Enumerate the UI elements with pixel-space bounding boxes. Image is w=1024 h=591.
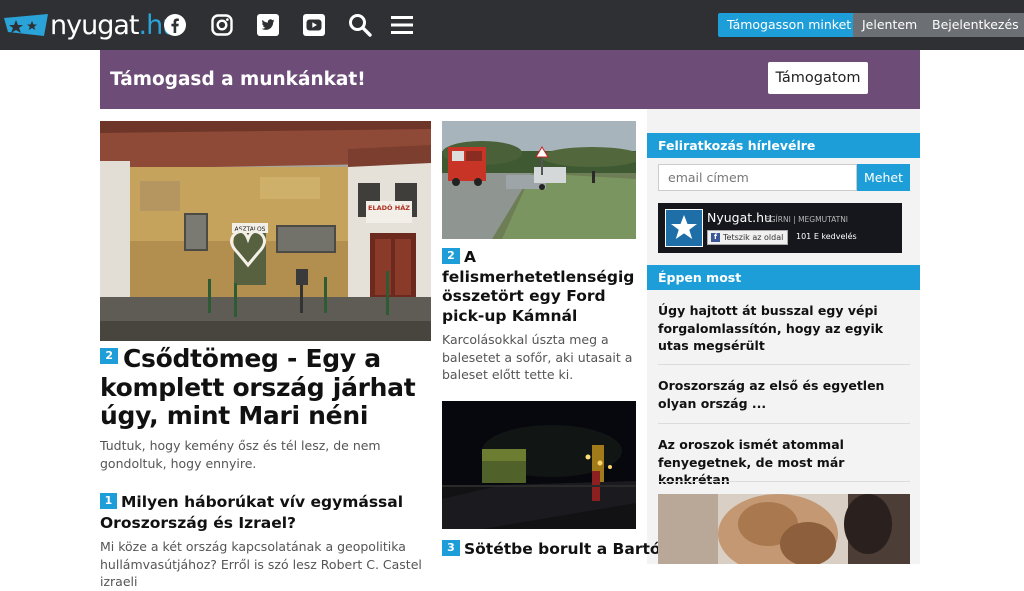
support-us-button[interactable]: Támogasson minket!: [718, 13, 866, 37]
logo-text: nyugat.hu: [50, 9, 179, 41]
main-article-title-text[interactable]: Csődtömeg - Egy a komplett ország járhat…: [100, 344, 416, 430]
top-navigation-bar: nyugat.hu Támogasson minket! Jelentem Be…: [0, 0, 1024, 50]
subscribe-button[interactable]: Mehet: [857, 164, 910, 191]
report-button[interactable]: Jelentem: [853, 13, 927, 37]
facebook-page-tagline: EGÍRNI | MEGMUTATNI: [765, 215, 849, 224]
twitter-icon[interactable]: [255, 12, 281, 38]
rank-badge: 2: [100, 348, 118, 364]
second-article-lead: Mi köze a két ország kapcsolatának a geo…: [100, 539, 422, 589]
street-article-title[interactable]: 3 Sötétbe borult a Bartók: [442, 539, 671, 559]
divider: [658, 481, 910, 482]
facebook-icon: f: [711, 233, 720, 242]
divider: [658, 423, 910, 424]
rank-badge: 1: [100, 492, 117, 509]
support-banner: Támogasd a munkánkat! Támogatom: [100, 50, 920, 109]
email-field[interactable]: [658, 164, 857, 191]
crash-article-title[interactable]: 2A felismerhetetlenségig összetört egy F…: [442, 247, 642, 326]
rank-badge: 2: [442, 247, 460, 264]
facebook-like-count: 101 E kedvelés: [796, 232, 857, 241]
latest-news-image[interactable]: [658, 494, 910, 564]
second-article-title-text[interactable]: Milyen háborúkat vív egymással Oroszorsz…: [100, 493, 403, 532]
rank-badge: 3: [442, 539, 460, 556]
latest-news-item[interactable]: Oroszország az első és egyetlen olyan or…: [658, 377, 910, 412]
logo-star-icon: [4, 14, 48, 36]
banner-title: Támogasd a munkánkat!: [110, 69, 366, 90]
support-button[interactable]: Támogatom: [768, 62, 868, 94]
elado-haz-sign: ELADÓ HÁZ: [368, 203, 410, 212]
instagram-icon[interactable]: [209, 12, 235, 38]
login-button[interactable]: Bejelentkezés: [923, 13, 1024, 37]
second-article-title[interactable]: 1 Milyen háborúkat vív egymással Oroszors…: [100, 492, 430, 534]
main-article-title[interactable]: 2 Csődtömeg - Egy a komplett ország járha…: [100, 344, 440, 431]
facebook-page-widget[interactable]: Nyugat.hu EGÍRNI | MEGMUTATNI f Tetszik a…: [658, 203, 902, 253]
youtube-icon[interactable]: [301, 12, 327, 38]
menu-icon[interactable]: [389, 12, 415, 38]
newsletter-heading: Feliratkozás hírlevélre: [647, 133, 920, 158]
crash-article-title-text[interactable]: A felismerhetetlenségig összetört egy Fo…: [442, 248, 634, 325]
facebook-page-name[interactable]: Nyugat.hu: [707, 210, 772, 225]
facebook-like-button[interactable]: f Tetszik az oldal: [707, 230, 789, 245]
facebook-icon[interactable]: [162, 12, 188, 38]
main-article-lead: Tudtuk, hogy kemény ősz és tél lesz, de …: [100, 438, 381, 471]
main-article-image[interactable]: ASZTALOS ELADÓ HÁZ: [100, 121, 431, 341]
search-icon[interactable]: [347, 12, 373, 38]
divider: [658, 364, 910, 365]
crash-article-image[interactable]: [442, 121, 636, 239]
nyugat-page-logo: [665, 209, 703, 247]
latest-news-heading: Éppen most: [647, 265, 920, 290]
latest-news-item[interactable]: Úgy hajtott át busszal egy vépi forgalom…: [658, 302, 910, 355]
street-article-image[interactable]: [442, 401, 636, 529]
crash-article-lead: Karcolásokkal úszta meg a balesetet a so…: [442, 332, 633, 382]
site-logo[interactable]: nyugat.hu: [4, 8, 179, 42]
street-article-title-text[interactable]: Sötétbe borult a Bartók: [464, 540, 671, 558]
